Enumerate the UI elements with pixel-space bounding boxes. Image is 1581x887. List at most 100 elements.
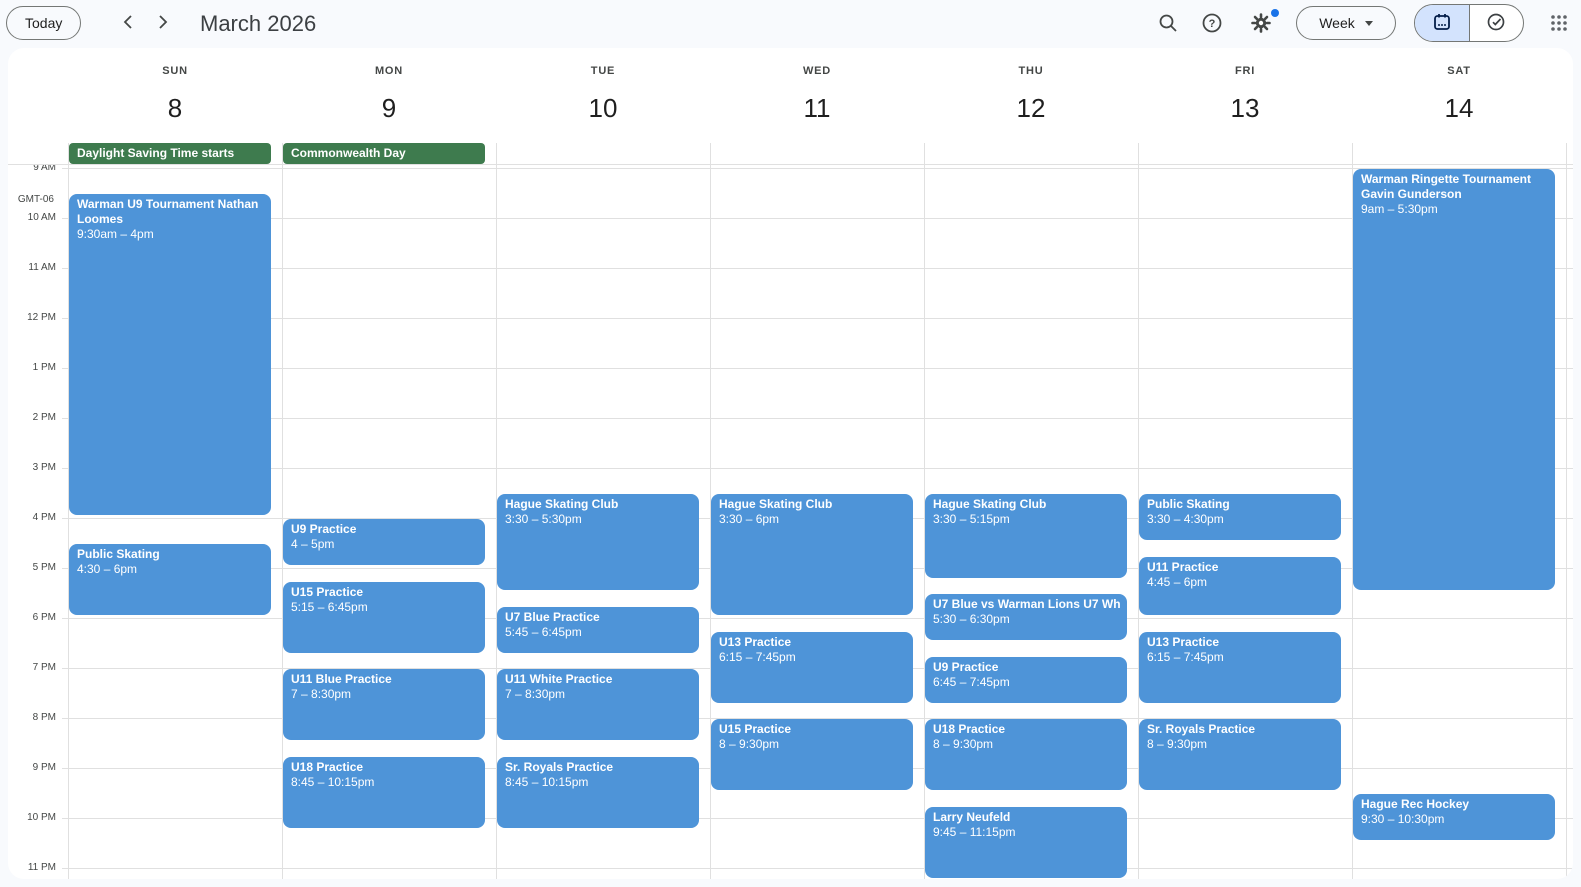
event-time: 5:15 – 6:45pm: [291, 600, 477, 615]
calendar-tasks-toggle: [1414, 4, 1524, 42]
event-chip[interactable]: Hague Rec Hockey9:30 – 10:30pm: [1353, 794, 1555, 840]
event-chip[interactable]: U15 Practice5:15 – 6:45pm: [283, 582, 485, 653]
event-time: 9:30 – 10:30pm: [1361, 812, 1547, 827]
event-title: U18 Practice: [933, 722, 1119, 737]
event-time: 9:30am – 4pm: [77, 227, 263, 242]
event-chip[interactable]: Warman U9 Tournament Nathan Loomes9:30am…: [69, 194, 271, 515]
event-chip[interactable]: Hague Skating Club3:30 – 6pm: [711, 494, 913, 615]
event-chip[interactable]: U11 White Practice7 – 8:30pm: [497, 669, 699, 740]
date-number[interactable]: 12: [924, 92, 1138, 124]
calendar-view-toggle[interactable]: [1415, 5, 1469, 41]
help-button[interactable]: ?: [1192, 4, 1232, 44]
event-time: 6:45 – 7:45pm: [933, 675, 1119, 690]
app-header: Today March 2026 ?: [0, 0, 1581, 48]
event-title: U7 Blue vs Warman Lions U7 Wh: [933, 597, 1119, 612]
google-apps-button[interactable]: [1537, 2, 1581, 46]
settings-button[interactable]: [1241, 4, 1281, 44]
tasks-view-toggle[interactable]: [1469, 5, 1524, 41]
day-of-week-label: SAT: [1352, 65, 1566, 77]
date-number[interactable]: 8: [68, 92, 282, 124]
event-time: 7 – 8:30pm: [505, 687, 691, 702]
time-axis-label: 4 PM: [8, 512, 56, 524]
event-chip[interactable]: Hague Skating Club3:30 – 5:15pm: [925, 494, 1127, 578]
event-chip[interactable]: Larry Neufeld9:45 – 11:15pm: [925, 807, 1127, 878]
event-chip[interactable]: U11 Blue Practice7 – 8:30pm: [283, 669, 485, 740]
time-axis-label: 2 PM: [8, 412, 56, 424]
time-axis-label: 5 PM: [8, 562, 56, 574]
date-number[interactable]: 10: [496, 92, 710, 124]
event-title: Larry Neufeld: [933, 810, 1119, 825]
previous-week-button[interactable]: [114, 8, 144, 38]
hour-gridline: [62, 418, 1573, 419]
chevron-left-icon: [119, 12, 139, 35]
hour-gridline: [62, 468, 1573, 469]
hour-gridline: [62, 868, 1573, 869]
event-chip[interactable]: Public Skating4:30 – 6pm: [69, 544, 271, 615]
date-number[interactable]: 9: [282, 92, 496, 124]
all-day-event-chip[interactable]: Commonwealth Day: [283, 143, 485, 164]
view-dropdown[interactable]: Week: [1296, 6, 1396, 40]
tasks-check-icon: [1485, 11, 1507, 36]
event-title: U9 Practice: [291, 522, 477, 537]
event-chip[interactable]: U13 Practice6:15 – 7:45pm: [1139, 632, 1341, 703]
event-chip[interactable]: U11 Practice4:45 – 6pm: [1139, 557, 1341, 616]
event-title: Hague Skating Club: [505, 497, 691, 512]
hour-gridline: [62, 318, 1573, 319]
event-chip[interactable]: U13 Practice6:15 – 7:45pm: [711, 632, 913, 703]
event-time: 9:45 – 11:15pm: [933, 825, 1119, 840]
time-axis-label: 9 AM: [8, 165, 56, 174]
search-button[interactable]: [1148, 4, 1188, 44]
view-dropdown-label: Week: [1319, 15, 1355, 31]
event-chip[interactable]: U7 Blue Practice5:45 – 6:45pm: [497, 607, 699, 653]
gear-icon: [1249, 11, 1273, 38]
event-title: Sr. Royals Practice: [505, 760, 691, 775]
event-title: U9 Practice: [933, 660, 1119, 675]
event-time: 9am – 5:30pm: [1361, 202, 1547, 217]
event-chip[interactable]: Hague Skating Club3:30 – 5:30pm: [497, 494, 699, 590]
event-title: U13 Practice: [719, 635, 905, 650]
all-day-event-chip[interactable]: Daylight Saving Time starts: [69, 143, 271, 164]
event-title: Public Skating: [77, 547, 263, 562]
event-chip[interactable]: U9 Practice4 – 5pm: [283, 519, 485, 565]
event-time: 8:45 – 10:15pm: [505, 775, 691, 790]
hour-gridline: [62, 268, 1573, 269]
next-week-button[interactable]: [147, 8, 177, 38]
event-chip[interactable]: Warman Ringette Tournament Gavin Gunders…: [1353, 169, 1555, 590]
event-time: 3:30 – 6pm: [719, 512, 905, 527]
hour-gridline: [62, 368, 1573, 369]
event-chip[interactable]: Sr. Royals Practice8:45 – 10:15pm: [497, 757, 699, 828]
event-time: 5:30 – 6:30pm: [933, 612, 1119, 627]
svg-text:?: ?: [1209, 18, 1216, 30]
time-axis-label: 10 PM: [8, 812, 56, 824]
date-number[interactable]: 11: [710, 92, 924, 124]
apps-grid-icon: [1549, 13, 1569, 36]
date-number[interactable]: 13: [1138, 92, 1352, 124]
event-time: 4 – 5pm: [291, 537, 477, 552]
event-chip[interactable]: Sr. Royals Practice8 – 9:30pm: [1139, 719, 1341, 790]
event-title: Warman Ringette Tournament Gavin Gunders…: [1361, 172, 1547, 202]
event-time: 3:30 – 4:30pm: [1147, 512, 1333, 527]
event-title: U15 Practice: [719, 722, 905, 737]
help-icon: ?: [1200, 11, 1224, 38]
time-grid: 9 AM10 AM11 AM12 PM1 PM2 PM3 PM4 PM5 PM6…: [8, 165, 1573, 879]
event-chip[interactable]: U7 Blue vs Warman Lions U7 Wh5:30 – 6:30…: [925, 594, 1127, 640]
time-axis-label: 7 PM: [8, 662, 56, 674]
time-axis-label: 11 AM: [8, 262, 56, 274]
event-title: U15 Practice: [291, 585, 477, 600]
event-title: Public Skating: [1147, 497, 1333, 512]
event-time: 8:45 – 10:15pm: [291, 775, 477, 790]
event-chip[interactable]: U9 Practice6:45 – 7:45pm: [925, 657, 1127, 703]
event-title: U7 Blue Practice: [505, 610, 691, 625]
event-chip[interactable]: U15 Practice8 – 9:30pm: [711, 719, 913, 790]
date-number[interactable]: 14: [1352, 92, 1566, 124]
event-title: U18 Practice: [291, 760, 477, 775]
event-time: 3:30 – 5:15pm: [933, 512, 1119, 527]
event-chip[interactable]: U18 Practice8:45 – 10:15pm: [283, 757, 485, 828]
time-axis-label: 8 PM: [8, 712, 56, 724]
event-chip[interactable]: U18 Practice8 – 9:30pm: [925, 719, 1127, 790]
today-button[interactable]: Today: [6, 6, 81, 40]
event-chip[interactable]: Public Skating3:30 – 4:30pm: [1139, 494, 1341, 540]
calendar-week-grid: GMT-06 SUN8Daylight Saving Time startsMO…: [8, 48, 1573, 879]
chevron-down-icon: [1365, 21, 1373, 26]
event-title: Sr. Royals Practice: [1147, 722, 1333, 737]
